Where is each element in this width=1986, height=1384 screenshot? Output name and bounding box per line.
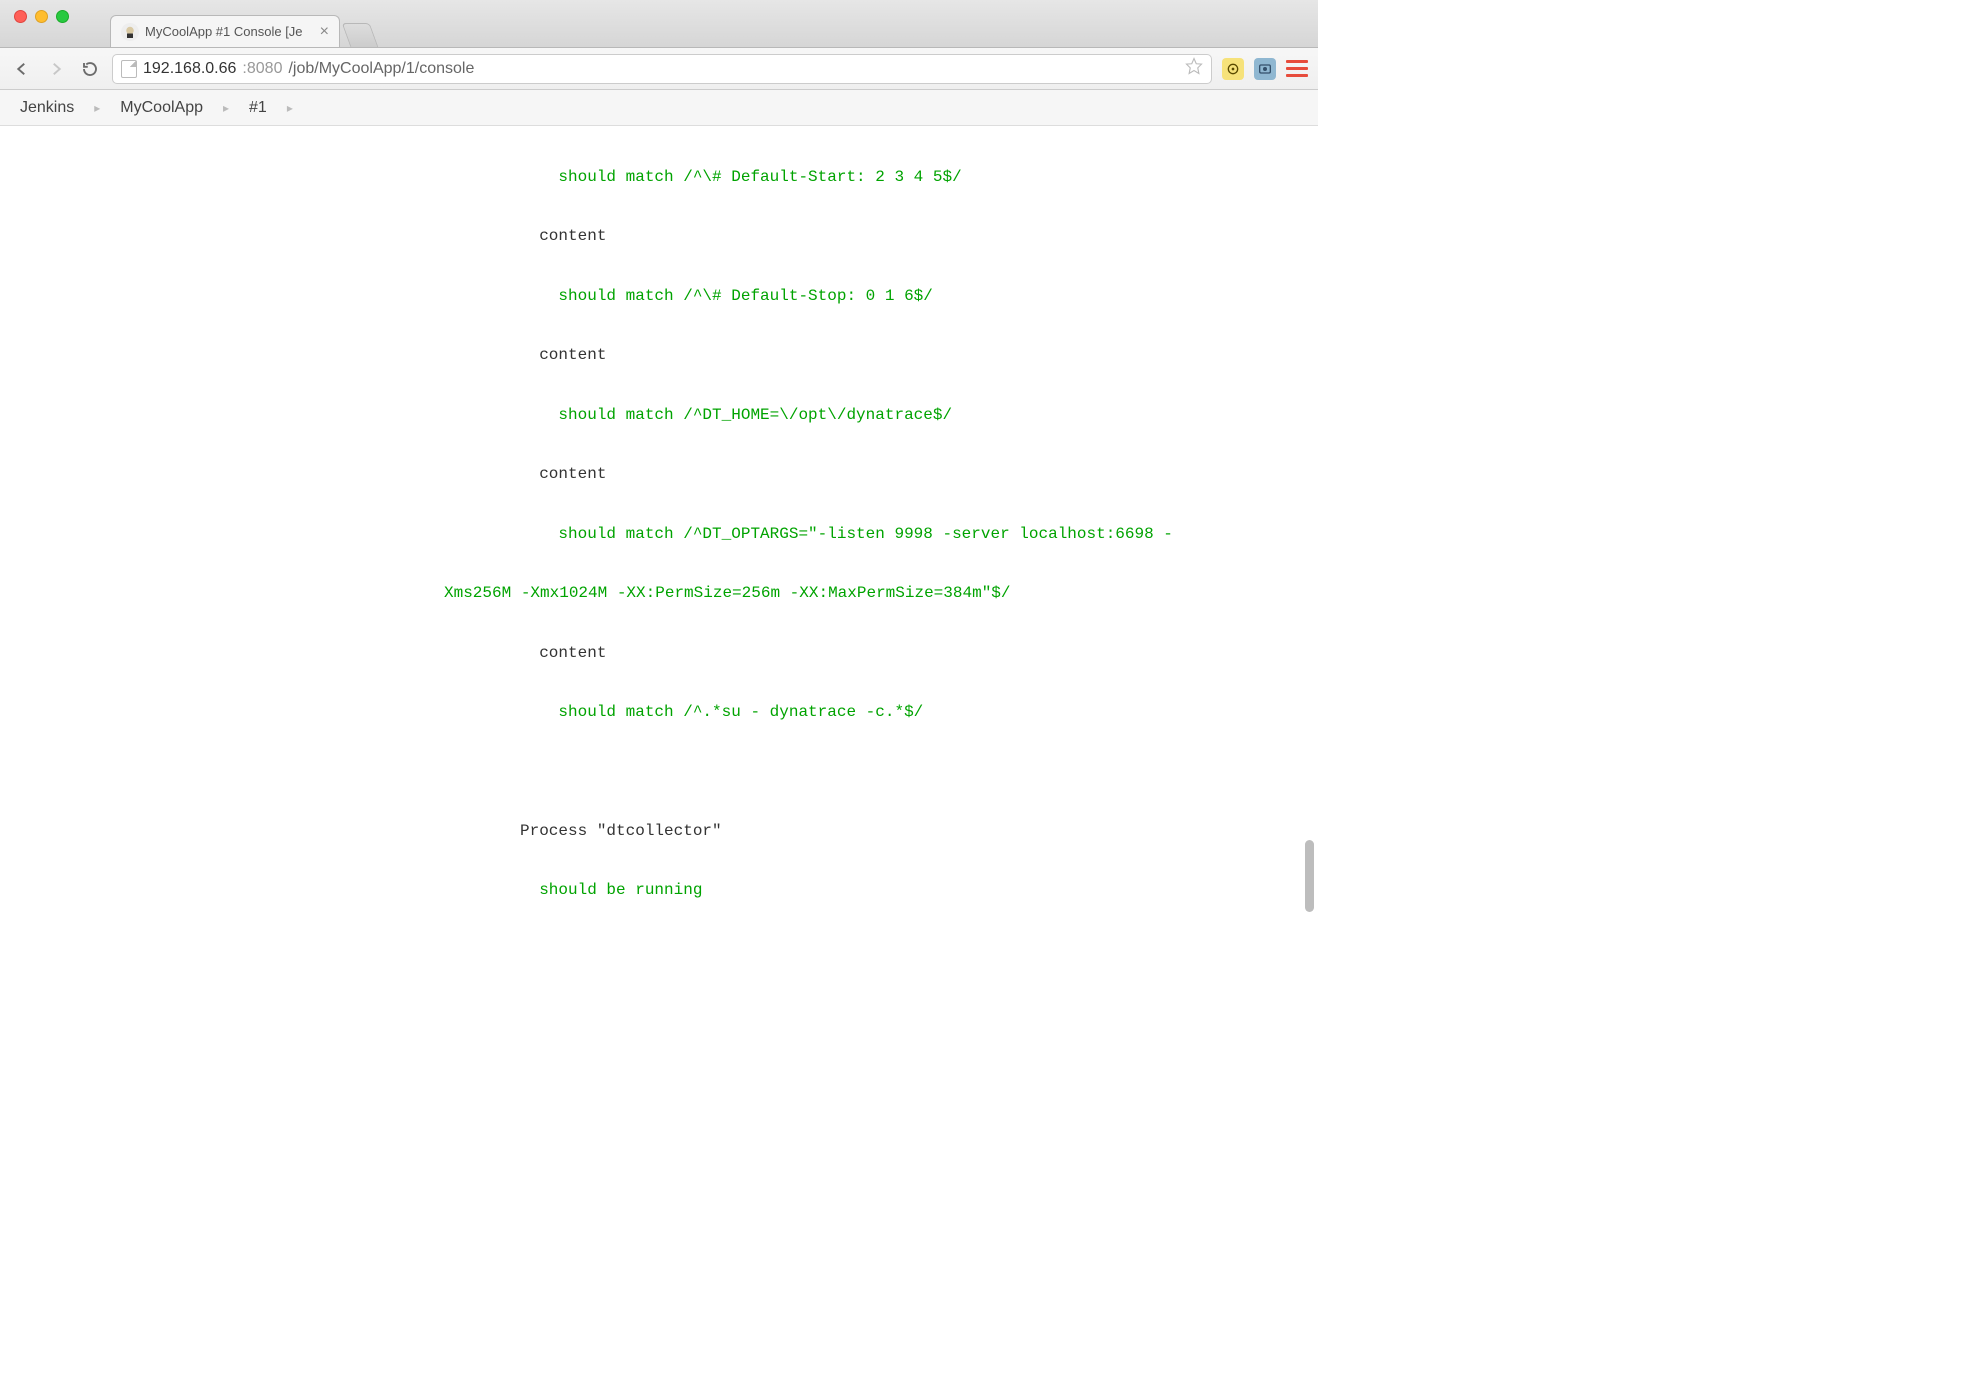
console-line: content [0, 227, 1318, 247]
page-icon [121, 60, 137, 78]
console-line: should match /^\# Default-Start: 2 3 4 5… [0, 168, 1318, 188]
reload-button[interactable] [78, 57, 102, 81]
url-host: 192.168.0.66 [143, 60, 236, 78]
console-line: content [0, 465, 1318, 485]
console-line: content [0, 644, 1318, 664]
extension-1-icon[interactable] [1222, 58, 1244, 80]
chevron-right-icon: ▸ [287, 101, 293, 115]
window-titlebar: MyCoolApp #1 Console [Je × [0, 0, 1318, 48]
back-button[interactable] [10, 57, 34, 81]
console-line: should match /^.*su - dynatrace -c.*$/ [0, 703, 1318, 723]
scrollbar-thumb[interactable] [1305, 840, 1314, 912]
browser-tabs: MyCoolApp #1 Console [Je × [110, 15, 374, 47]
url-port: :8080 [242, 60, 282, 78]
console-output: should match /^\# Default-Start: 2 3 4 5… [0, 126, 1318, 918]
bookmark-star-icon[interactable] [1185, 57, 1203, 80]
browser-tab-title: MyCoolApp #1 Console [Je [145, 24, 314, 39]
console-line: content [0, 346, 1318, 366]
console-line: Xms256M -Xmx1024M -XX:PermSize=256m -XX:… [0, 584, 1318, 604]
breadcrumb-job[interactable]: MyCoolApp [120, 99, 203, 117]
browser-toolbar: 192.168.0.66 :8080/job/MyCoolApp/1/consol… [0, 48, 1318, 90]
window-controls [0, 0, 69, 23]
console-line: should be running [0, 881, 1318, 901]
new-tab-button[interactable] [342, 23, 379, 47]
forward-button[interactable] [44, 57, 68, 81]
window-close-icon[interactable] [14, 10, 27, 23]
console-line [0, 763, 1318, 783]
window-minimize-icon[interactable] [35, 10, 48, 23]
breadcrumb: Jenkins ▸ MyCoolApp ▸ #1 ▸ [0, 90, 1318, 126]
chrome-menu-icon[interactable] [1286, 56, 1308, 81]
tab-close-icon[interactable]: × [320, 23, 329, 41]
jenkins-favicon-icon [121, 23, 139, 41]
console-line: Process "dtcollector" [0, 822, 1318, 842]
extension-2-icon[interactable] [1254, 58, 1276, 80]
url-path: /job/MyCoolApp/1/console [288, 60, 474, 78]
browser-tab-active[interactable]: MyCoolApp #1 Console [Je × [110, 15, 340, 47]
chevron-right-icon: ▸ [223, 101, 229, 115]
breadcrumb-jenkins[interactable]: Jenkins [20, 99, 74, 117]
address-bar[interactable]: 192.168.0.66 :8080/job/MyCoolApp/1/consol… [112, 54, 1212, 84]
breadcrumb-build[interactable]: #1 [249, 99, 267, 117]
scrollbar[interactable] [1305, 130, 1314, 912]
console-line: should match /^\# Default-Stop: 0 1 6$/ [0, 287, 1318, 307]
console-line: should match /^DT_OPTARGS="-listen 9998 … [0, 525, 1318, 545]
window-zoom-icon[interactable] [56, 10, 69, 23]
console-line: should match /^DT_HOME=\/opt\/dynatrace$… [0, 406, 1318, 426]
chevron-right-icon: ▸ [94, 101, 100, 115]
